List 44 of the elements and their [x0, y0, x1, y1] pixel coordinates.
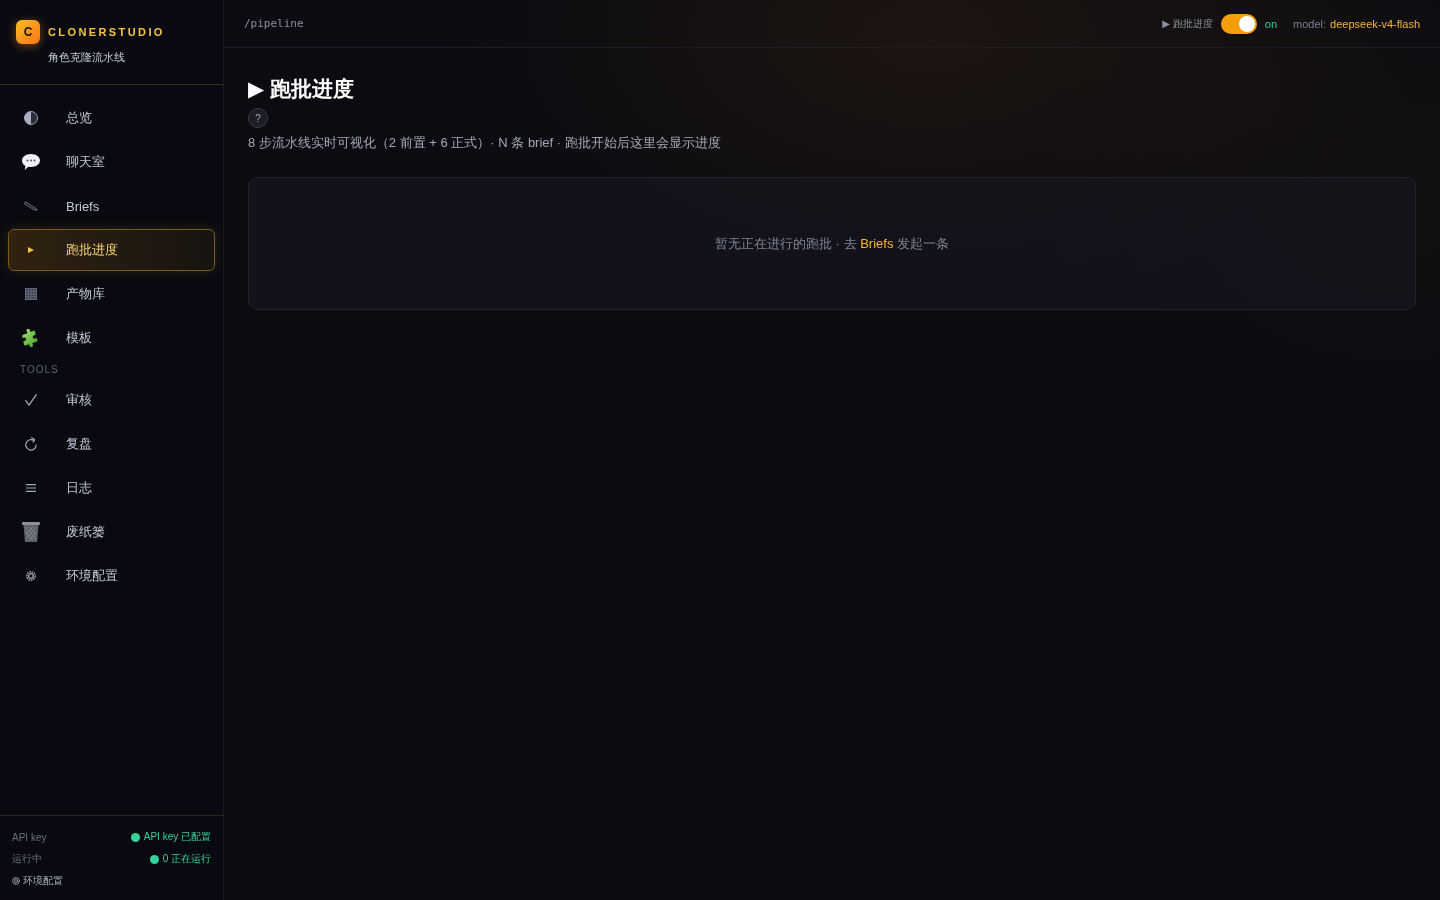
logo-icon: C	[16, 20, 40, 44]
refresh-icon	[25, 437, 37, 451]
status-text: 0 正在运行	[162, 852, 211, 866]
model-name: deepseek-v4-flash	[1330, 17, 1420, 30]
page-indicator: ▶ 跑批进度	[1162, 16, 1213, 31]
status-text: API key 已配置	[143, 830, 211, 844]
puzzle-icon	[22, 329, 40, 347]
play-icon	[28, 247, 34, 253]
sidebar-nav-item[interactable]: Briefs	[8, 185, 215, 227]
brand-name: CLONERSTUDIO	[48, 26, 165, 38]
toggle-state: on	[1264, 17, 1278, 30]
section-heading: TOOLS	[19, 363, 60, 377]
toggle-knob-icon	[1238, 15, 1255, 32]
empty-state-message: 暂无正在进行的跑批 · 去 Briefs 发起一条	[715, 234, 949, 253]
page-title: ▶ 跑批进度	[248, 76, 354, 102]
briefs-link[interactable]: Briefs	[860, 235, 894, 251]
half-circle-icon	[24, 111, 38, 125]
sidebar-nav-item[interactable]: 复盘	[8, 423, 215, 465]
trash-icon	[22, 522, 40, 542]
sidebar-nav-item[interactable]: 审核	[8, 379, 215, 421]
sidebar-nav-item[interactable]: 产物库	[8, 273, 215, 315]
gear-icon	[26, 571, 36, 581]
route-path: /pipeline	[244, 17, 304, 30]
model-label: model:	[1293, 17, 1327, 30]
sidebar-nav-item[interactable]: 总览	[8, 97, 215, 139]
settings-icon	[12, 877, 20, 885]
status-label: API key	[12, 831, 47, 843]
brand-subtitle: 角色克隆流水线	[48, 50, 125, 65]
check-icon	[25, 394, 37, 406]
pencil-icon	[24, 201, 38, 211]
sidebar-nav-item[interactable]: 模板	[8, 317, 215, 359]
grid-icon	[25, 288, 37, 300]
status-label: 运行中	[12, 852, 42, 866]
sidebar-nav-item[interactable]: 日志	[8, 467, 215, 509]
menu-icon	[26, 484, 36, 492]
sidebar-nav-item[interactable]: 环境配置	[8, 555, 215, 597]
speech-bubble-icon	[22, 154, 40, 170]
settings-link[interactable]: 环境配置	[12, 870, 63, 892]
sidebar-nav-item[interactable]: 废纸篓	[8, 511, 215, 553]
sidebar-nav-item[interactable]: 跑批进度	[8, 229, 215, 271]
toggle-switch[interactable]	[1220, 13, 1257, 34]
page-description: 8 步流水线实时可视化（2 前置 + 6 正式）· N 条 brief · 跑批开始后这里会显示进度	[248, 134, 721, 152]
sidebar-nav-item[interactable]: 聊天室	[8, 141, 215, 183]
help-button[interactable]: ?	[248, 108, 268, 128]
